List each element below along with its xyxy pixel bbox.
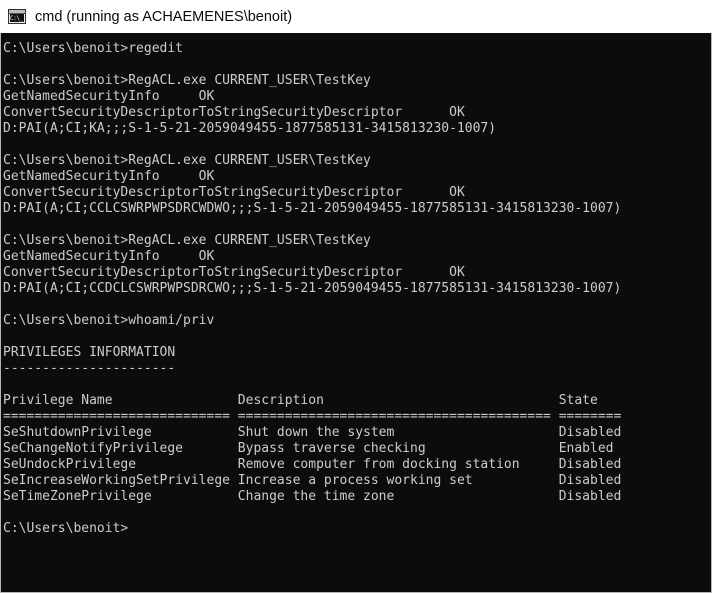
cmd-icon-prompt-glyph: C:\_ xyxy=(10,14,23,22)
console-line: SeIncreaseWorkingSetPrivilege Increase a… xyxy=(3,473,622,488)
console-line: GetNamedSecurityInfo OK xyxy=(3,249,215,264)
window-titlebar[interactable]: C:\_ cmd (running as ACHAEMENES\benoit) xyxy=(0,0,712,33)
console-line: PRIVILEGES INFORMATION xyxy=(3,345,176,360)
console-line: GetNamedSecurityInfo OK xyxy=(3,89,215,104)
console-line: C:\Users\benoit>RegACL.exe CURRENT_USER\… xyxy=(3,153,371,168)
console-text-buffer: C:\Users\benoit>regedit C:\Users\benoit>… xyxy=(3,41,711,592)
console-line: D:PAI(A;CI;KA;;;S-1-5-21-2059049455-1877… xyxy=(3,121,497,136)
console-line: SeChangeNotifyPrivilege Bypass traverse … xyxy=(3,441,614,456)
console-client-area[interactable]: C:\Users\benoit>regedit C:\Users\benoit>… xyxy=(0,33,712,593)
console-line: D:PAI(A;CI;CCLCSWRPWPSDRCWDWO;;;S-1-5-21… xyxy=(3,201,622,216)
console-line: C:\Users\benoit>RegACL.exe CURRENT_USER\… xyxy=(3,233,371,248)
console-line: C:\Users\benoit>whoami/priv xyxy=(3,313,215,328)
console-line: ConvertSecurityDescriptorToStringSecurit… xyxy=(3,105,465,120)
console-line: SeShutdownPrivilege Shut down the system… xyxy=(3,425,622,440)
window-title: cmd (running as ACHAEMENES\benoit) xyxy=(35,8,293,25)
console-line: GetNamedSecurityInfo OK xyxy=(3,169,215,184)
console-line: ---------------------- xyxy=(3,361,176,376)
cmd-console-icon: C:\_ xyxy=(8,9,26,24)
console-line: C:\Users\benoit>RegACL.exe CURRENT_USER\… xyxy=(3,73,371,88)
console-line: ConvertSecurityDescriptorToStringSecurit… xyxy=(3,265,465,280)
console-line: SeTimeZonePrivilege Change the time zone… xyxy=(3,489,622,504)
console-line: ============================= ==========… xyxy=(3,409,622,424)
console-line: SeUndockPrivilege Remove computer from d… xyxy=(3,457,622,472)
console-line: Privilege Name Description State xyxy=(3,393,598,408)
console-line: C:\Users\benoit>regedit xyxy=(3,41,184,56)
console-line: D:PAI(A;CI;CCDCLCSWRPWPSDRCWO;;;S-1-5-21… xyxy=(3,281,622,296)
cmd-window: C:\_ cmd (running as ACHAEMENES\benoit) … xyxy=(0,0,712,593)
console-line: C:\Users\benoit> xyxy=(3,521,129,536)
console-line: ConvertSecurityDescriptorToStringSecurit… xyxy=(3,185,465,200)
